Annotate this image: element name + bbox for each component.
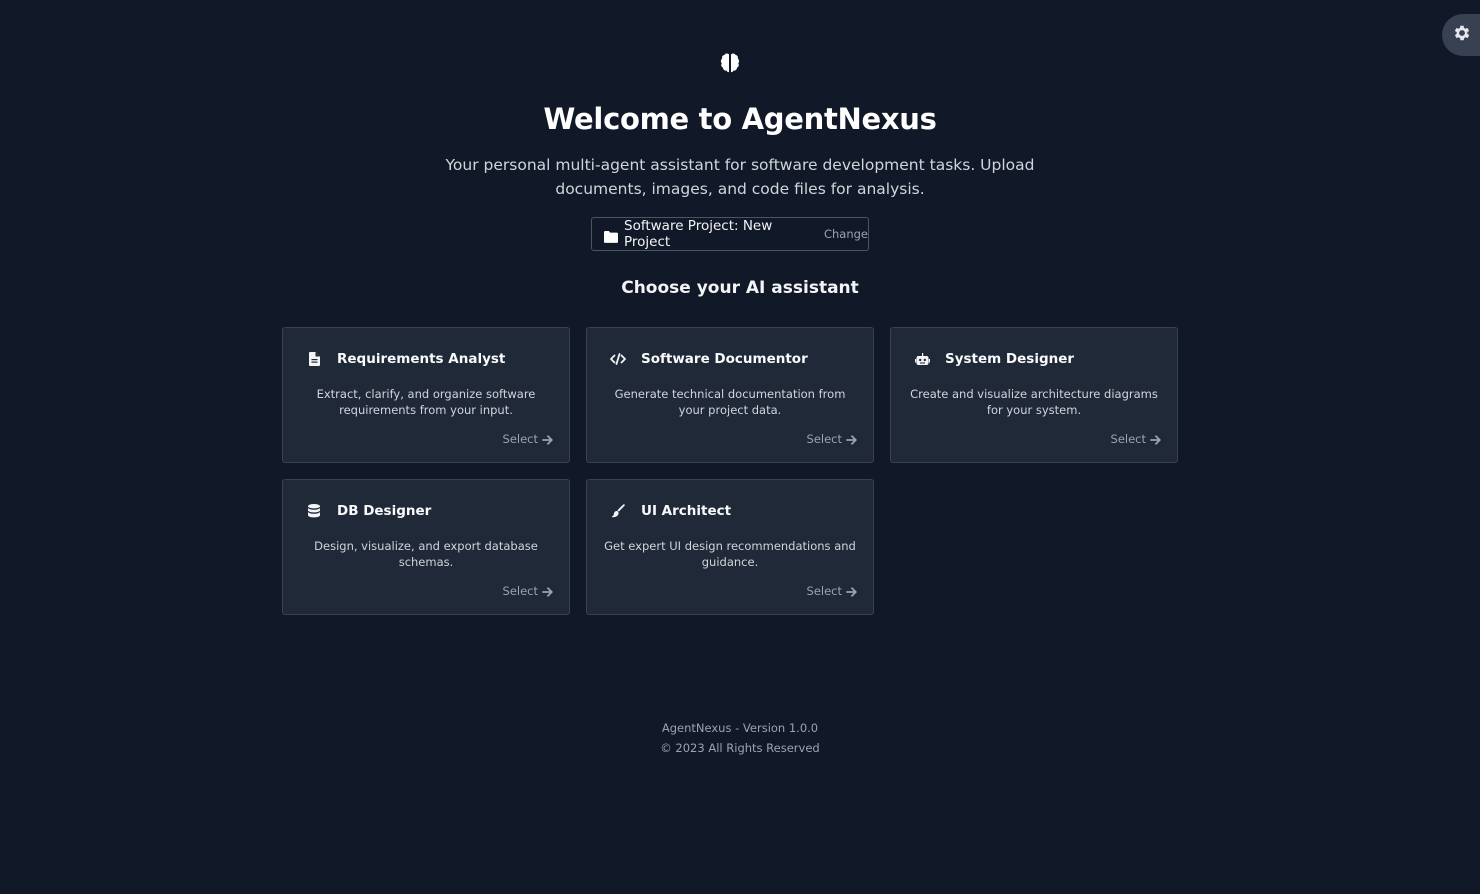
arrow-right-icon <box>846 586 857 597</box>
agent-card-software-documentor[interactable]: Software Documentor Generate technical d… <box>586 327 874 463</box>
select-label: Select <box>502 432 538 446</box>
select-button[interactable]: Select <box>503 584 553 598</box>
gear-icon <box>1452 23 1472 47</box>
agent-card-header: Requirements Analyst <box>305 350 553 368</box>
agent-name: Requirements Analyst <box>337 351 506 367</box>
brain-icon <box>720 52 740 74</box>
project-selector[interactable]: Software Project: New Project Change <box>591 217 869 251</box>
arrow-right-icon <box>542 434 553 445</box>
paintbrush-icon <box>609 502 627 520</box>
footer-version: AgentNexus - Version 1.0.0 <box>661 721 819 735</box>
settings-button[interactable] <box>1442 14 1480 56</box>
change-project-link[interactable]: Change <box>824 227 868 241</box>
select-button[interactable]: Select <box>807 432 857 446</box>
select-label: Select <box>806 432 842 446</box>
agent-card-header: System Designer <box>913 350 1161 368</box>
page-title: Welcome to AgentNexus <box>543 102 937 136</box>
agent-name: System Designer <box>945 351 1075 367</box>
agent-name: DB Designer <box>337 503 432 519</box>
agent-name: UI Architect <box>641 503 732 519</box>
agent-name: Software Documentor <box>641 351 808 367</box>
footer-copyright: © 2023 All Rights Reserved <box>660 741 820 755</box>
agent-description: Get expert UI design recommendations and… <box>604 539 856 569</box>
arrow-right-icon <box>846 434 857 445</box>
agent-description: Generate technical documentation from yo… <box>614 387 846 417</box>
agent-description: Extract, clarify, and organize software … <box>316 387 536 417</box>
agent-card-system-designer[interactable]: System Designer Create and visualize arc… <box>890 327 1178 463</box>
agent-card-requirements-analyst[interactable]: Requirements Analyst Extract, clarify, a… <box>282 327 570 463</box>
page-subtitle: Your personal multi-agent assistant for … <box>445 156 1035 198</box>
agent-card-header: UI Architect <box>609 502 857 520</box>
robot-icon <box>913 350 931 368</box>
arrow-right-icon <box>1150 434 1161 445</box>
select-button[interactable]: Select <box>807 584 857 598</box>
arrow-right-icon <box>542 586 553 597</box>
app-root: Welcome to AgentNexus Your personal mult… <box>0 0 1480 894</box>
folder-icon <box>604 228 618 243</box>
code-icon <box>609 350 627 368</box>
select-button[interactable]: Select <box>1111 432 1161 446</box>
project-label: Software Project: New Project <box>624 218 773 250</box>
agent-card-header: Software Documentor <box>609 350 857 368</box>
choose-assistant-heading: Choose your AI assistant <box>621 278 859 298</box>
document-icon <box>305 350 323 368</box>
select-label: Select <box>1110 432 1146 446</box>
select-label: Select <box>806 584 842 598</box>
database-icon <box>305 502 323 520</box>
select-label: Select <box>502 584 538 598</box>
select-button[interactable]: Select <box>503 432 553 446</box>
agent-description: Create and visualize architecture diagra… <box>910 387 1158 417</box>
agent-card-ui-architect[interactable]: UI Architect Get expert UI design recomm… <box>586 479 874 615</box>
agent-card-db-designer[interactable]: DB Designer Design, visualize, and expor… <box>282 479 570 615</box>
footer: AgentNexus - Version 1.0.0 © 2023 All Ri… <box>0 718 1480 758</box>
agent-card-header: DB Designer <box>305 502 553 520</box>
agent-description: Design, visualize, and export database s… <box>314 539 538 569</box>
